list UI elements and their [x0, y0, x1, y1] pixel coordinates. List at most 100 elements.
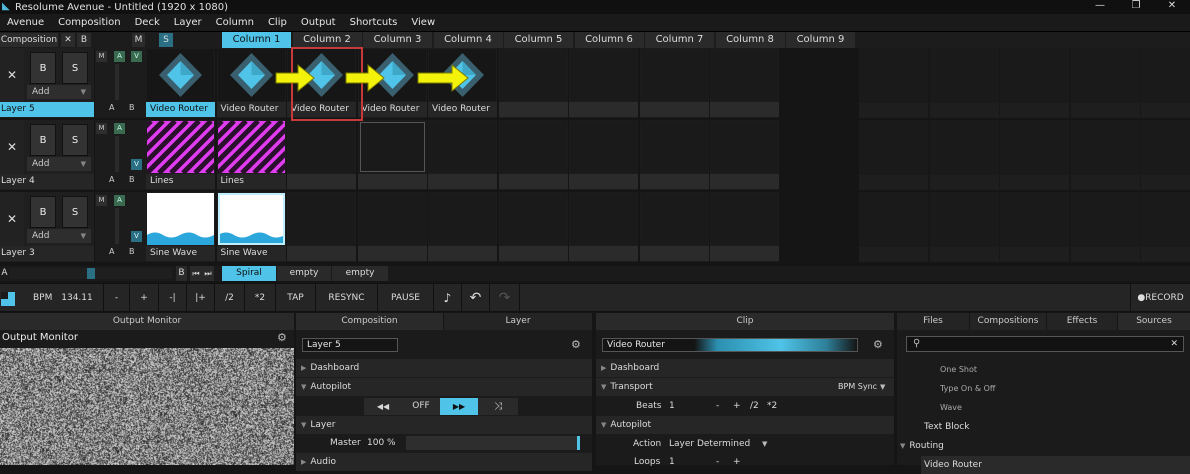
section-transport[interactable]: ▼ Transport BPM Sync ▼ — [596, 378, 894, 396]
layer-name[interactable]: Layer 5 — [0, 102, 94, 117]
composition-bypass-button[interactable]: B — [77, 33, 91, 47]
layer-name[interactable]: Layer 4 — [0, 174, 94, 189]
source-item[interactable]: Video Router — [921, 456, 1190, 474]
empty-clip-slot[interactable] — [929, 48, 999, 118]
add-dropdown[interactable]: Add ▼ — [27, 85, 91, 99]
empty-clip-slot[interactable] — [1000, 120, 1069, 190]
tab-files[interactable]: Files — [897, 313, 969, 330]
clear-search-icon[interactable]: ✕ — [1170, 337, 1178, 351]
empty-clip-slot[interactable] — [287, 120, 356, 190]
solo-button[interactable]: S — [62, 124, 88, 156]
clear-layer-icon[interactable]: ✕ — [0, 120, 24, 174]
composition-master-button[interactable]: M — [132, 33, 145, 47]
empty-clip-slot[interactable] — [859, 192, 928, 262]
section-audio[interactable]: ▶ Audio — [296, 453, 592, 471]
action-dropdown[interactable]: Layer Determined — [669, 435, 750, 453]
opacity-fader[interactable] — [115, 136, 119, 172]
menu-column[interactable]: Column — [209, 17, 261, 28]
tab-clip[interactable]: Clip — [596, 313, 894, 330]
menu-output[interactable]: Output — [294, 17, 343, 28]
empty-clip-slot[interactable] — [1141, 48, 1190, 118]
empty-clip-slot[interactable] — [498, 120, 568, 190]
empty-clip-slot[interactable] — [929, 192, 999, 262]
source-item[interactable]: Wave — [897, 399, 1190, 417]
column-header[interactable]: Column 8 — [715, 32, 785, 48]
column-header[interactable]: Column 4 — [433, 32, 503, 48]
search-input[interactable]: ⚲ ✕ — [906, 336, 1184, 352]
section-autopilot[interactable]: ▼ Autopilot — [596, 416, 894, 434]
layout-toggle-icon[interactable] — [1, 292, 15, 306]
menu-layer[interactable]: Layer — [167, 17, 209, 28]
minimize-button[interactable]: — — [1082, 0, 1118, 14]
clip-name-field[interactable]: Video Router — [602, 338, 858, 352]
clip-slot[interactable]: Lines — [216, 120, 286, 190]
undo-icon[interactable]: ↶ — [462, 284, 490, 313]
empty-clip-slot[interactable] — [1141, 120, 1190, 190]
tab-sources[interactable]: Sources — [1118, 313, 1190, 330]
empty-clip-slot[interactable] — [569, 120, 638, 190]
empty-clip-slot[interactable] — [1070, 48, 1140, 118]
video-toggle[interactable]: V — [131, 159, 142, 170]
bypass-button[interactable]: B — [30, 52, 56, 84]
mask-button[interactable]: M — [96, 195, 107, 206]
solo-button[interactable]: S — [62, 196, 88, 228]
bpm-display[interactable]: BPM 134.11 — [24, 284, 104, 313]
composition-solo-button[interactable]: S — [159, 33, 173, 47]
menu-view[interactable]: View — [404, 17, 442, 28]
deck-tab-empty[interactable]: empty — [332, 266, 388, 281]
empty-clip-slot[interactable] — [569, 192, 638, 262]
empty-clip-slot[interactable] — [498, 48, 568, 118]
column-header[interactable]: Column 3 — [363, 32, 432, 48]
resync-button[interactable]: RESYNC — [316, 284, 378, 313]
empty-clip-slot[interactable] — [639, 48, 709, 118]
loops-minus-button[interactable]: - — [716, 453, 719, 471]
bpm-minus-button[interactable]: - — [104, 284, 130, 313]
clear-layer-icon[interactable]: ✕ — [0, 192, 24, 246]
clip-slot[interactable]: Video Router — [357, 48, 427, 118]
empty-clip-slot[interactable] — [287, 192, 356, 262]
clip-slot[interactable]: Video Router — [146, 48, 215, 118]
record-button[interactable]: ●RECORD — [1130, 284, 1190, 313]
clip-slot[interactable]: Sine Wave — [216, 192, 286, 262]
menu-avenue[interactable]: Avenue — [0, 17, 51, 28]
empty-clip-slot[interactable] — [1070, 192, 1140, 262]
empty-clip-slot[interactable] — [859, 120, 928, 190]
deck-crossfader-a[interactable]: A — [0, 266, 9, 281]
audio-toggle[interactable]: A — [114, 123, 125, 134]
crossfade-b-button[interactable]: B — [129, 247, 135, 256]
empty-clip-slot[interactable] — [1000, 192, 1069, 262]
nudge-plus-button[interactable]: |+ — [187, 284, 215, 313]
nudge-minus-button[interactable]: -| — [159, 284, 187, 313]
bypass-button[interactable]: B — [30, 196, 56, 228]
empty-clip-slot[interactable] — [569, 48, 638, 118]
gear-icon[interactable]: ⚙ — [277, 331, 287, 344]
autopilot-off-button[interactable]: OFF — [402, 398, 440, 415]
tab-effects[interactable]: Effects — [1047, 313, 1117, 330]
crossfade-a-button[interactable]: A — [109, 247, 114, 256]
solo-button[interactable]: S — [62, 52, 88, 84]
mask-button[interactable]: M — [96, 123, 107, 134]
master-value[interactable]: 100 % — [367, 434, 396, 452]
master-slider[interactable] — [406, 436, 580, 450]
loops-plus-button[interactable]: + — [733, 453, 741, 471]
output-monitor-tab[interactable]: Output Monitor — [0, 313, 294, 330]
gear-icon[interactable]: ⚙ — [873, 338, 883, 351]
column-header[interactable]: Column 5 — [504, 32, 573, 48]
empty-clip-slot[interactable] — [639, 120, 709, 190]
tab-composition[interactable]: Composition — [296, 313, 443, 330]
menu-deck[interactable]: Deck — [128, 17, 167, 28]
deck-crossfader-b[interactable]: B — [176, 266, 187, 281]
column-header[interactable]: Column 6 — [574, 32, 644, 48]
menu-clip[interactable]: Clip — [261, 17, 294, 28]
empty-clip-slot[interactable] — [1070, 120, 1140, 190]
opacity-fader[interactable] — [115, 208, 119, 244]
video-toggle[interactable]: V — [131, 231, 142, 242]
beats-minus-button[interactable]: - — [716, 397, 719, 415]
crossfade-a-button[interactable]: A — [109, 103, 114, 112]
video-toggle[interactable]: V — [131, 51, 142, 62]
beats-half-button[interactable]: /2 — [750, 397, 759, 415]
maximize-button[interactable]: ❐ — [1118, 0, 1154, 14]
column-header[interactable]: Column 1 — [222, 32, 291, 48]
redo-icon[interactable]: ↷ — [490, 284, 520, 313]
empty-clip-slot[interactable] — [428, 192, 497, 262]
